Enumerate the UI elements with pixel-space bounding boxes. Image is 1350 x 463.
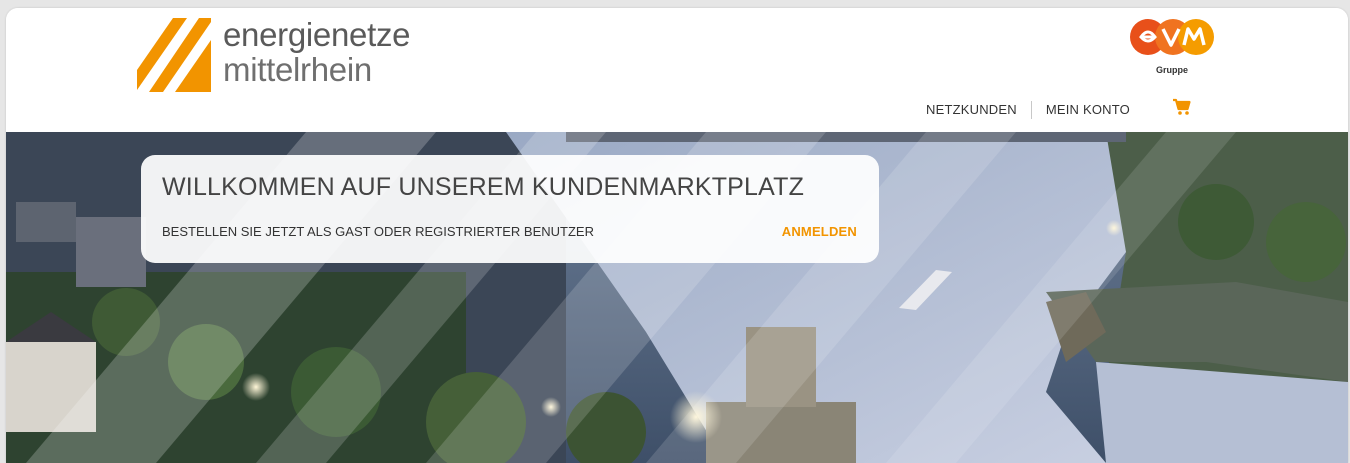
evm-caption: Gruppe: [1155, 65, 1188, 75]
cart-button[interactable]: [1172, 98, 1192, 121]
browser-frame: energienetze mittelrhein Gruppe NETZKUND…: [6, 8, 1348, 463]
logo-wordmark: energienetze mittelrhein: [223, 16, 411, 88]
nav-netzkunden[interactable]: NETZKUNDEN: [926, 102, 1017, 117]
welcome-card: WILLKOMMEN AUF UNSEREM KUNDENMARKTPLATZ …: [141, 155, 879, 263]
site-header: energienetze mittelrhein Gruppe NETZKUND…: [6, 8, 1348, 132]
top-nav: NETZKUNDEN MEIN KONTO: [926, 98, 1192, 121]
welcome-subtitle: BESTELLEN SIE JETZT ALS GAST ODER REGIST…: [162, 224, 594, 239]
nav-divider: [1030, 100, 1032, 119]
login-link[interactable]: ANMELDEN: [782, 224, 857, 239]
site-logo[interactable]: energienetze mittelrhein: [137, 16, 411, 92]
shopping-cart-icon: [1172, 98, 1192, 120]
logo-line-2: mittelrhein: [223, 51, 372, 88]
nav-mein-konto[interactable]: MEIN KONTO: [1046, 102, 1130, 117]
evm-wordmark-icon: [1129, 19, 1215, 60]
welcome-title: WILLKOMMEN AUF UNSEREM KUNDENMARKTPLATZ: [162, 173, 805, 201]
logo-stripes-icon: [137, 18, 211, 92]
logo-line-1: energienetze: [223, 16, 411, 53]
evm-logo[interactable]: Gruppe: [1128, 18, 1216, 75]
